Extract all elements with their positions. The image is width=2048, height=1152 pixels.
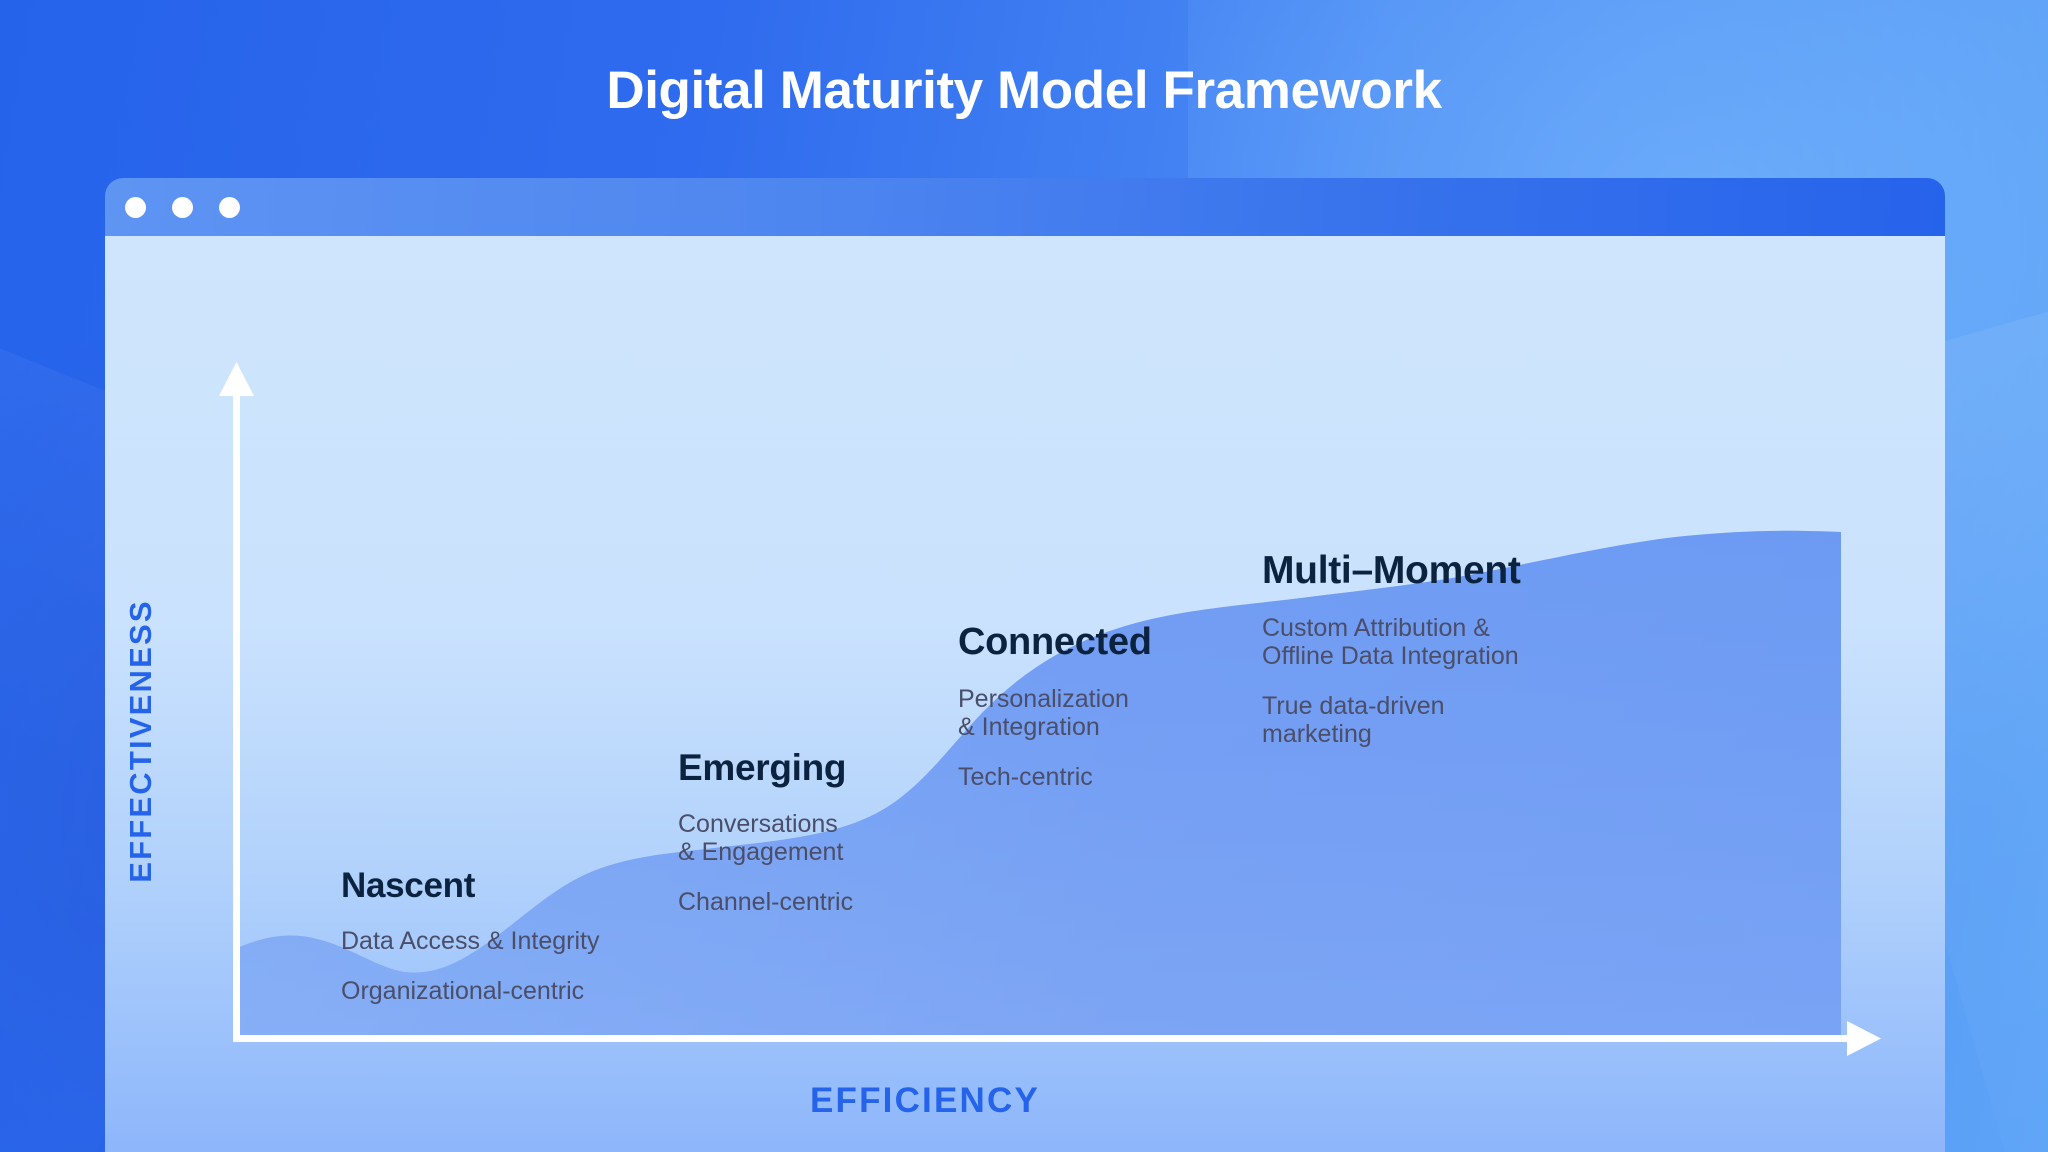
y-axis-label-wrapper: EFFECTIVENESS xyxy=(105,526,177,956)
stage-nascent: Nascent Data Access & Integrity Organiza… xyxy=(341,866,600,1005)
stage-connected-line-3: Tech-centric xyxy=(958,762,1093,791)
stage-emerging-line-2: & Engagement xyxy=(678,837,844,866)
page-title: Digital Maturity Model Framework xyxy=(606,61,1442,120)
stage-nascent-line-2: Organizational-centric xyxy=(341,976,585,1005)
stage-nascent-line-1: Data Access & Integrity xyxy=(341,926,600,955)
stage-connected-line-2: & Integration xyxy=(958,712,1100,741)
screenshot-root: Digital Maturity Model Framework EFFECTI… xyxy=(0,0,2048,1152)
close-dot-icon[interactable] xyxy=(125,197,146,218)
stage-connected-line-1: Personalization xyxy=(958,684,1129,713)
y-axis-line xyxy=(233,384,240,1040)
y-axis-arrow-icon xyxy=(219,362,254,396)
x-axis-line xyxy=(233,1035,1857,1042)
y-axis-label: EFFECTIVENESS xyxy=(123,599,158,883)
stage-multi-moment-line-1: Custom Attribution & xyxy=(1262,613,1490,642)
stage-emerging-line-3: Channel-centric xyxy=(678,887,854,916)
stage-emerging-title: Emerging xyxy=(678,747,847,788)
x-axis-arrow-icon xyxy=(1847,1021,1881,1056)
stage-emerging: Emerging Conversations & Engagement Chan… xyxy=(678,747,854,916)
stage-multi-moment-title: Multi–Moment xyxy=(1262,549,1521,592)
stage-multi-moment-line-2: Offline Data Integration xyxy=(1262,641,1519,670)
stage-multi-moment-line-3: True data-driven xyxy=(1262,691,1445,720)
browser-viewport: EFFECTIVENESS EFFICIENCY Nascent Data Ac… xyxy=(105,236,1945,1152)
x-axis-label: EFFICIENCY xyxy=(809,1081,1041,1120)
stage-connected-title: Connected xyxy=(958,621,1152,663)
browser-titlebar xyxy=(105,178,1945,236)
stage-emerging-line-1: Conversations xyxy=(678,809,838,838)
browser-window: EFFECTIVENESS EFFICIENCY Nascent Data Ac… xyxy=(105,178,1945,1152)
minimize-dot-icon[interactable] xyxy=(172,197,193,218)
stage-multi-moment-line-4: marketing xyxy=(1262,719,1372,748)
stage-connected: Connected Personalization & Integration … xyxy=(958,621,1152,791)
stage-multi-moment: Multi–Moment Custom Attribution & Offlin… xyxy=(1262,549,1521,748)
maximize-dot-icon[interactable] xyxy=(219,197,240,218)
stage-nascent-title: Nascent xyxy=(341,866,476,905)
